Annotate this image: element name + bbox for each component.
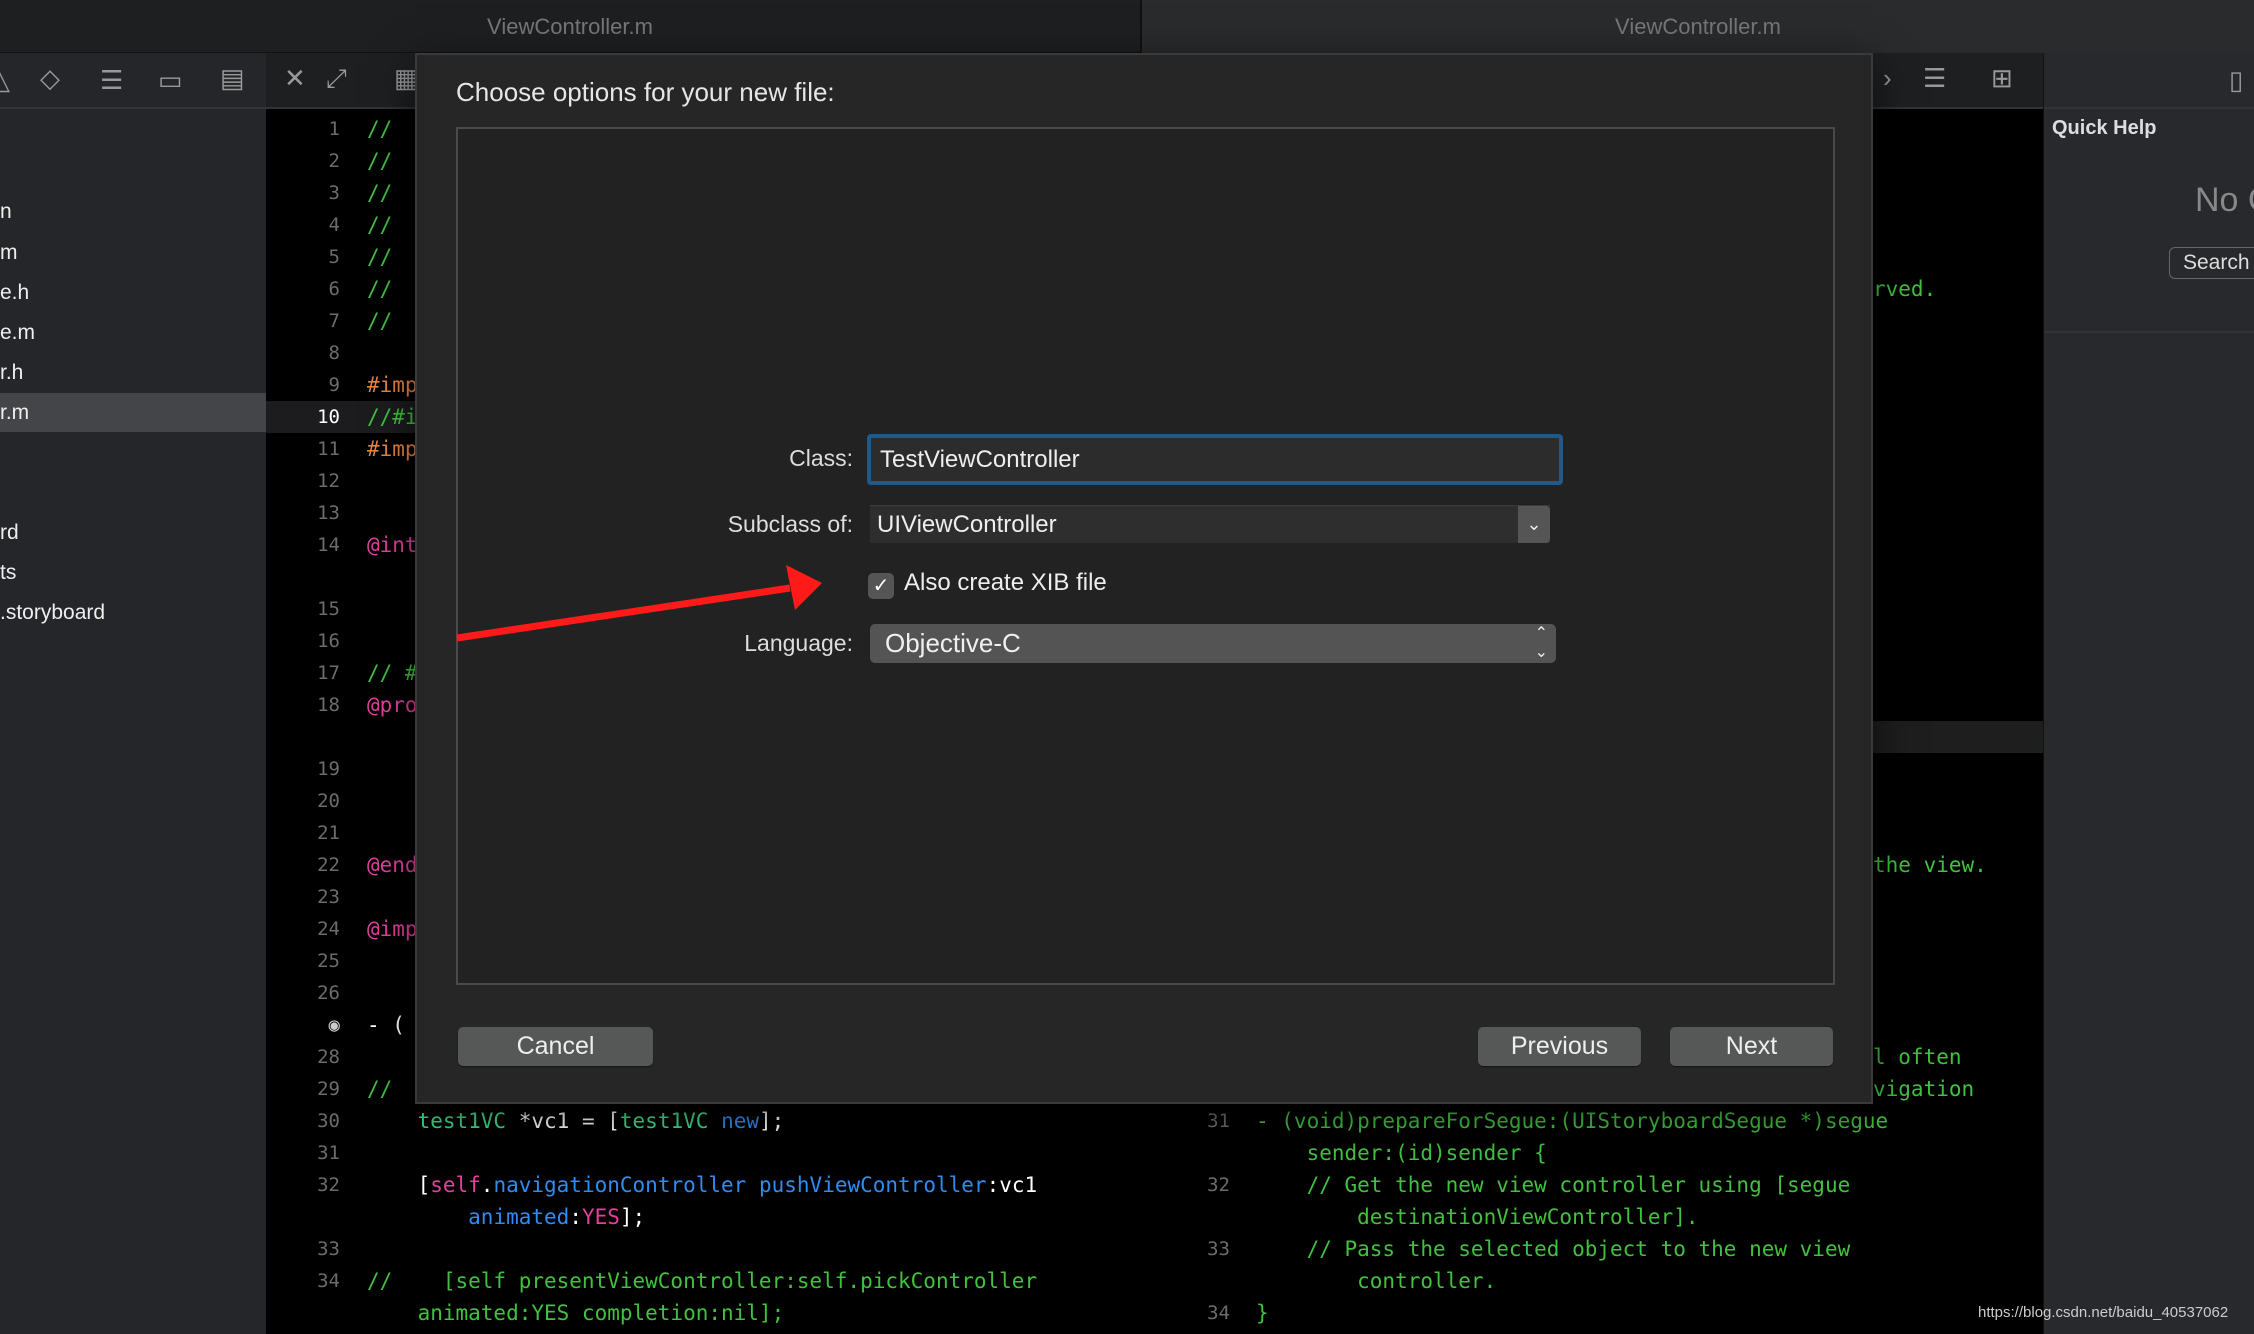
red-arrow-annotation <box>456 565 822 642</box>
arrow-head <box>786 565 822 610</box>
watermark: https://blog.csdn.net/baidu_40537062 <box>1978 1304 2229 1321</box>
arrow-shaft <box>456 584 791 642</box>
